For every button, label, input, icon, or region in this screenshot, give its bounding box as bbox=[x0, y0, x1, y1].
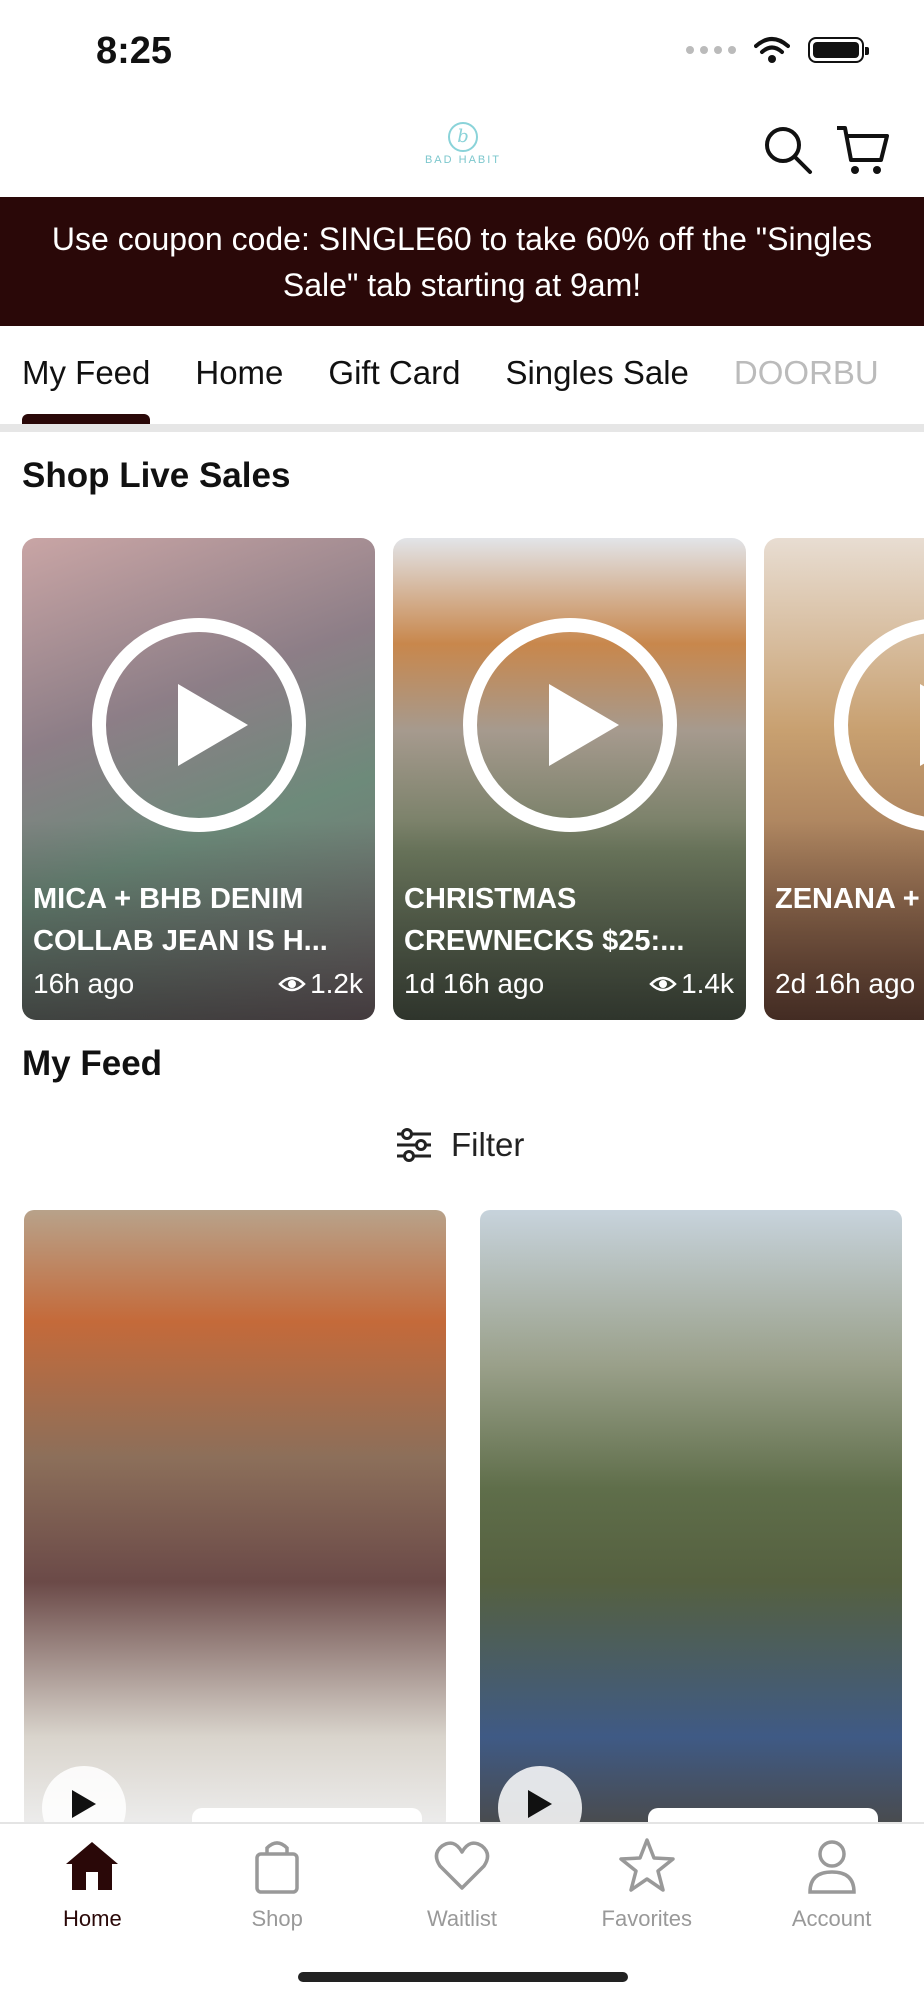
live-sale-meta: 2d 16h ago bbox=[775, 968, 924, 1000]
promo-banner[interactable]: Use coupon code: SINGLE60 to take 60% of… bbox=[0, 197, 924, 326]
nav-account[interactable]: Account bbox=[739, 1824, 924, 2000]
shopping-bag-icon bbox=[255, 1841, 299, 1894]
nav-label: Shop bbox=[251, 1906, 303, 1931]
play-icon[interactable] bbox=[834, 618, 924, 832]
live-sale-views: 1.2k bbox=[278, 968, 363, 1000]
nav-label: Favorites bbox=[601, 1906, 693, 1931]
live-sale-card[interactable]: ZENANA + +BROKE A 2d 16h ago bbox=[764, 538, 924, 1020]
tabs-divider bbox=[0, 424, 924, 432]
nav-label: Waitlist bbox=[426, 1906, 498, 1931]
live-sales-title: Shop Live Sales bbox=[22, 456, 291, 495]
tab-my-feed[interactable]: My Feed bbox=[22, 326, 151, 424]
cart-icon bbox=[837, 126, 889, 174]
feed-item[interactable] bbox=[24, 1210, 446, 1830]
category-tabs: My Feed Home Gift Card Singles Sale DOOR… bbox=[0, 326, 924, 424]
nav-label: Account bbox=[791, 1906, 872, 1931]
nav-home[interactable]: Home bbox=[0, 1824, 185, 2000]
tab-home[interactable]: Home bbox=[195, 326, 283, 424]
filter-sliders-icon bbox=[397, 1128, 431, 1162]
nav-label: Home bbox=[63, 1906, 122, 1931]
tab-gift-card[interactable]: Gift Card bbox=[328, 326, 460, 424]
live-sale-title: MICA + BHB DENIM COLLAB JEAN IS H... bbox=[33, 883, 328, 957]
live-sale-time: 16h ago bbox=[33, 968, 135, 999]
person-icon bbox=[807, 1840, 856, 1894]
home-indicator bbox=[298, 1972, 628, 1982]
play-icon[interactable] bbox=[463, 618, 677, 832]
live-sale-time: 2d 16h ago bbox=[775, 968, 916, 999]
live-sale-title: ZENANA + +BROKE A bbox=[775, 883, 924, 915]
eye-icon bbox=[278, 976, 306, 992]
tab-singles-sale[interactable]: Singles Sale bbox=[505, 326, 688, 424]
brand-logo[interactable]: b BAD HABIT bbox=[415, 122, 511, 182]
wifi-icon bbox=[754, 37, 790, 63]
filter-button[interactable]: Filter bbox=[395, 1126, 524, 1164]
app-header: b BAD HABIT bbox=[0, 100, 924, 196]
logo-text: BAD HABIT bbox=[424, 154, 502, 166]
live-sale-meta: 16h ago 1.2k bbox=[33, 968, 363, 1000]
views-count: 1.4k bbox=[681, 968, 734, 999]
heart-icon bbox=[434, 1841, 490, 1890]
home-icon bbox=[66, 1842, 119, 1890]
play-icon[interactable] bbox=[92, 618, 306, 832]
live-sale-meta: 1d 16h ago 1.4k bbox=[404, 968, 734, 1000]
views-count: 1.2k bbox=[310, 968, 363, 999]
play-icon[interactable] bbox=[498, 1766, 582, 1830]
eye-icon bbox=[649, 976, 677, 992]
tab-doorbusters[interactable]: DOORBU bbox=[734, 326, 879, 424]
status-time: 8:25 bbox=[96, 30, 173, 72]
live-sale-card[interactable]: CHRISTMAS CREWNECKS $25:... 1d 16h ago 1… bbox=[393, 538, 746, 1020]
signal-icon bbox=[686, 46, 736, 54]
status-bar: 8:25 bbox=[0, 0, 924, 100]
live-sale-card[interactable]: MICA + BHB DENIM COLLAB JEAN IS H... 16h… bbox=[22, 538, 375, 1020]
play-icon[interactable] bbox=[42, 1766, 126, 1830]
search-button[interactable] bbox=[760, 122, 816, 178]
battery-icon bbox=[808, 37, 869, 63]
feed-item[interactable] bbox=[480, 1210, 902, 1830]
star-icon bbox=[619, 1838, 675, 1892]
feed-title: My Feed bbox=[22, 1044, 163, 1083]
filter-label: Filter bbox=[451, 1126, 525, 1163]
live-sale-title: CHRISTMAS CREWNECKS $25:... bbox=[404, 883, 685, 957]
logo-mark-icon: b bbox=[448, 122, 478, 152]
live-sale-views: 1.4k bbox=[649, 968, 734, 1000]
live-sale-time: 1d 16h ago bbox=[404, 968, 545, 999]
cart-button[interactable] bbox=[835, 122, 891, 178]
status-icons bbox=[686, 36, 869, 64]
search-icon bbox=[765, 127, 812, 174]
